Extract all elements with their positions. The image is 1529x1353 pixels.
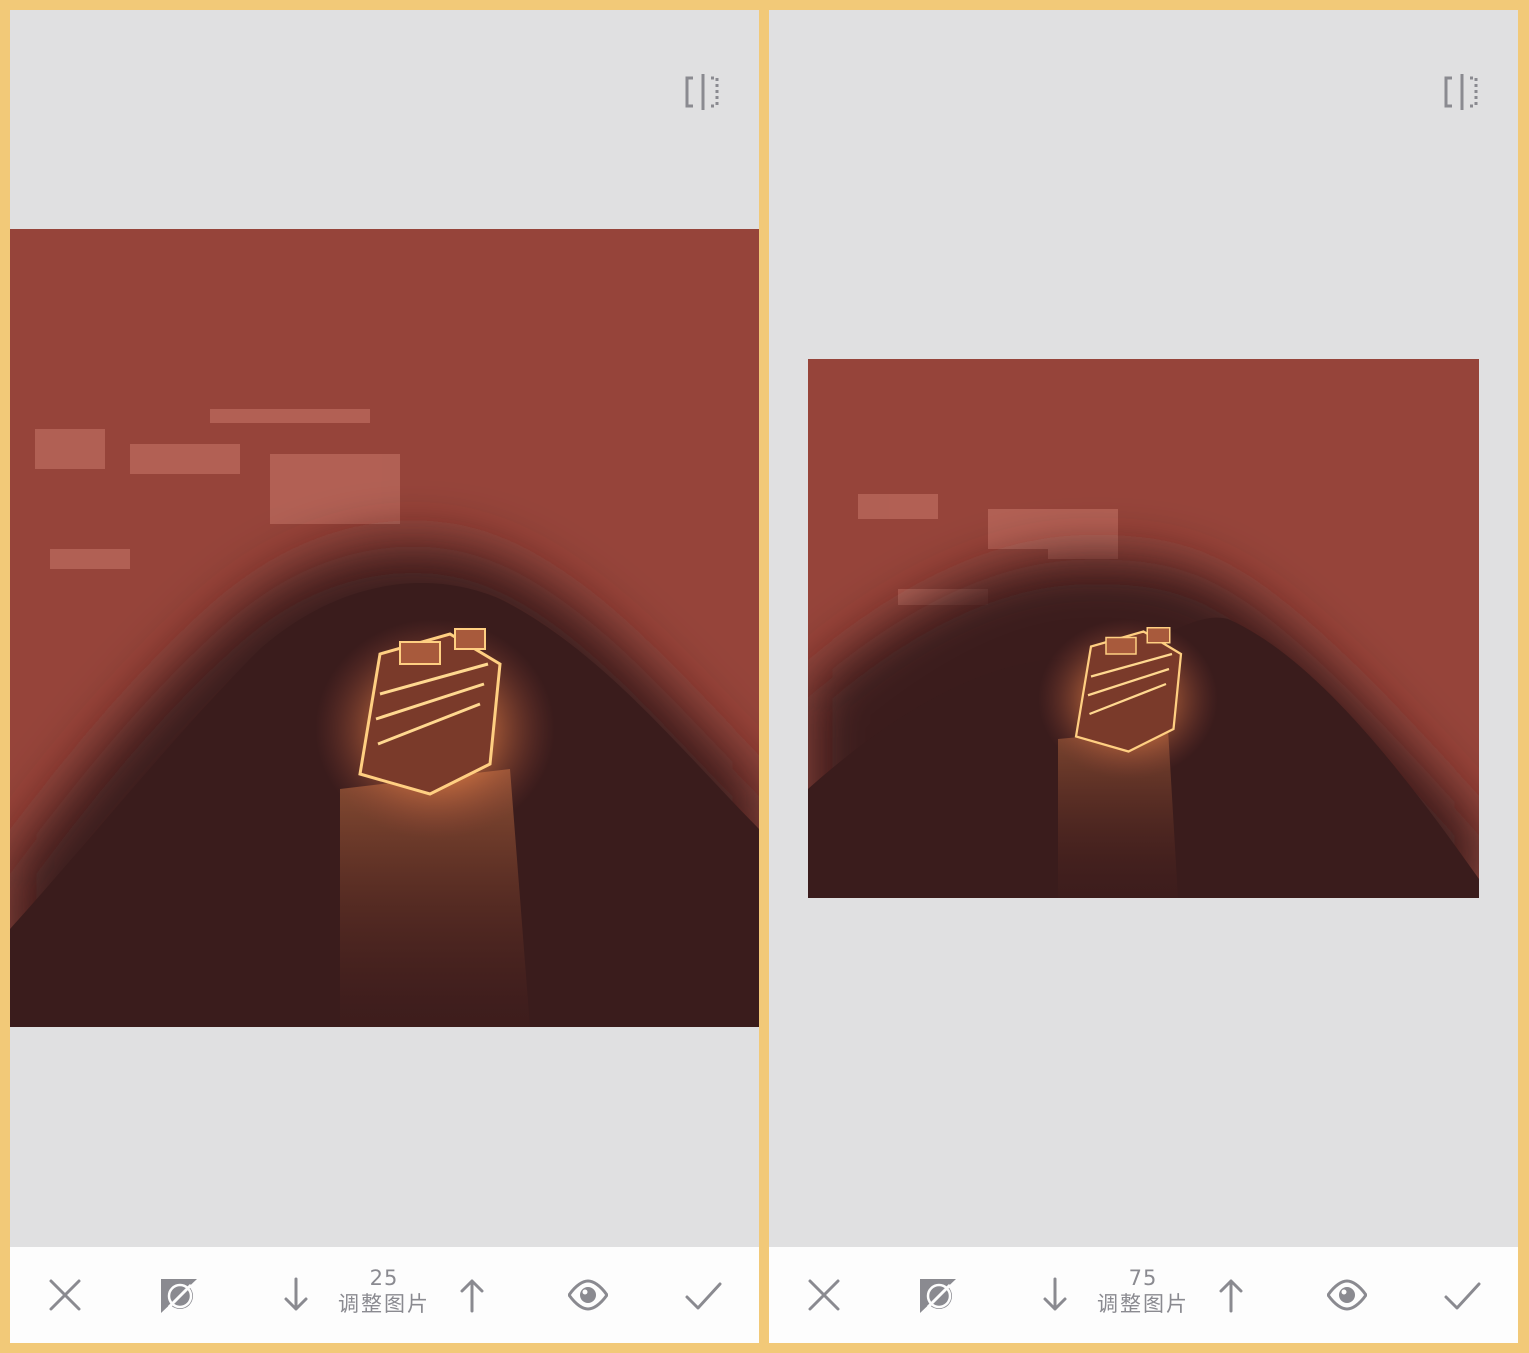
ship-night-photo bbox=[808, 359, 1479, 898]
arrow-down-icon[interactable] bbox=[1035, 1275, 1075, 1315]
bottom-toolbar: 25 调整图片 bbox=[10, 1247, 759, 1343]
close-icon[interactable] bbox=[45, 1275, 85, 1315]
brush-mask-icon[interactable] bbox=[159, 1275, 199, 1315]
parameter-value: 25 bbox=[369, 1266, 399, 1290]
parameter-value: 75 bbox=[1128, 1266, 1158, 1290]
parameter-label: 调整图片 bbox=[1097, 1292, 1189, 1316]
adjust-parameter: 25 调整图片 bbox=[314, 1265, 454, 1317]
ship-night-photo bbox=[10, 229, 759, 1027]
editor-panel-right: 75 调整图片 bbox=[769, 10, 1518, 1343]
arrow-up-icon[interactable] bbox=[1211, 1275, 1251, 1315]
adjust-parameter: 75 调整图片 bbox=[1073, 1265, 1213, 1317]
close-icon[interactable] bbox=[804, 1275, 844, 1315]
arrow-down-icon[interactable] bbox=[276, 1275, 316, 1315]
checkmark-icon[interactable] bbox=[683, 1275, 723, 1315]
checkmark-icon[interactable] bbox=[1442, 1275, 1482, 1315]
arrow-up-icon[interactable] bbox=[452, 1275, 492, 1315]
compare-split-icon[interactable] bbox=[683, 72, 723, 112]
bottom-toolbar: 75 调整图片 bbox=[769, 1247, 1518, 1343]
eye-icon[interactable] bbox=[1327, 1275, 1367, 1315]
editor-panel-left: 25 调整图片 bbox=[10, 10, 759, 1343]
edited-photo[interactable] bbox=[808, 359, 1479, 898]
edited-photo[interactable] bbox=[10, 229, 759, 1027]
parameter-label: 调整图片 bbox=[338, 1292, 430, 1316]
compare-split-icon[interactable] bbox=[1442, 72, 1482, 112]
brush-mask-icon[interactable] bbox=[918, 1275, 958, 1315]
eye-icon[interactable] bbox=[568, 1275, 608, 1315]
